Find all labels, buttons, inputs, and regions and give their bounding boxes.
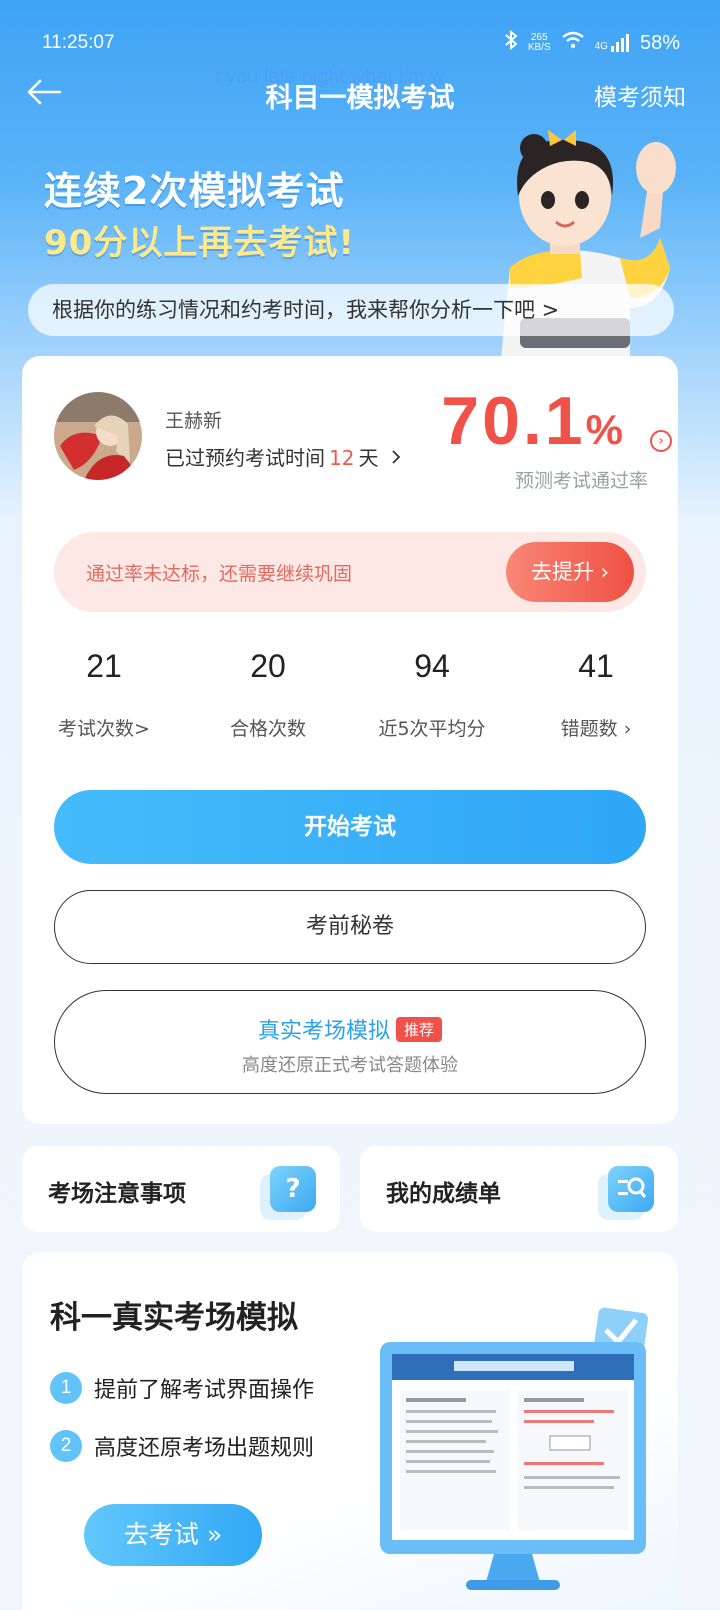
wifi-icon [561, 31, 585, 55]
stat-value: 94 [414, 648, 450, 684]
cellular-signal-icon: 4G [595, 34, 630, 52]
real-exam-subtitle: 高度还原正式考试答题体验 [242, 1055, 458, 1076]
stat-average-score: 94 近5次平均分 [350, 648, 514, 741]
stat-exam-count[interactable]: 21 考试次数> [22, 648, 186, 741]
net-speed: 265 KB/S [527, 32, 551, 53]
question-icon: ? [270, 1166, 316, 1212]
point-text: 提前了解考试界面操作 [94, 1378, 315, 1403]
stat-label: 近5次平均分 [378, 718, 486, 740]
stat-pass-count: 20 合格次数 [186, 648, 350, 741]
banner-headline: 连续2次模拟考试 [44, 169, 345, 213]
score-search-icon [608, 1166, 654, 1212]
real-exam-title: 真实考场模拟 推荐 [55, 1013, 645, 1045]
point-number: 2 [50, 1430, 82, 1462]
stat-value: 21 [86, 648, 122, 684]
point-text: 高度还原考场出题规则 [94, 1436, 315, 1461]
exam-system-illustration [374, 1306, 664, 1610]
pass-rate-label: 预测考试通过率 [514, 470, 648, 492]
stats-row: 21 考试次数> 20 合格次数 94 近5次平均分 41 错题数 › [22, 648, 678, 758]
battery-level: 58% [639, 31, 680, 54]
exam-notice-card[interactable]: 考场注意事项 ? [22, 1146, 340, 1232]
overlay-caption: t you late night what I'm w [215, 66, 445, 88]
stat-label: 考试次数> [58, 718, 150, 740]
real-exam-simulation-button[interactable]: 真实考场模拟 推荐 高度还原正式考试答题体验 [54, 990, 646, 1094]
recommend-badge: 推荐 [396, 1017, 443, 1042]
warning-text: 通过率未达标，还需要继续巩固 [86, 563, 353, 585]
pass-rate-detail-icon[interactable]: › [650, 430, 672, 452]
exam-time-prefix: 已过预约考试时间 [165, 446, 325, 470]
chevron-right-icon [391, 446, 401, 470]
simulation-point-1: 1 提前了解考试界面操作 [50, 1372, 314, 1404]
pass-rate-warning: 通过率未达标，还需要继续巩固 去提升 › [54, 532, 646, 612]
avatar[interactable] [54, 392, 142, 480]
real-simulation-card: 科一真实考场模拟 1 提前了解考试界面操作 2 高度还原考场出题规则 去考试 » [22, 1252, 678, 1610]
stat-value: 20 [250, 648, 286, 684]
status-icons: 265 KB/S 4G 58% [504, 29, 680, 56]
banner-subheadline: 90分以上再去考试! [44, 223, 355, 263]
go-exam-button[interactable]: 去考试 » [84, 1504, 262, 1566]
secret-paper-button[interactable]: 考前秘卷 [54, 890, 646, 964]
start-exam-button[interactable]: 开始考试 [54, 790, 646, 864]
exam-time-suffix: 天 [358, 446, 379, 470]
stat-label: 错题数 › [560, 718, 632, 740]
simulation-point-2: 2 高度还原考场出题规则 [50, 1430, 314, 1462]
pass-rate-value: 70.1% [441, 383, 626, 459]
exam-time-link[interactable]: 已过预约考试时间 12 天 [165, 442, 401, 471]
status-time: 11:25:07 [42, 32, 115, 53]
score-report-label: 我的成绩单 [386, 1181, 501, 1207]
prediction-card: 王赫新 已过预约考试时间 12 天 70.1% › 预测考试通过率 通过率未达标，还… [22, 356, 678, 1124]
stat-value: 41 [578, 648, 614, 684]
user-name: 王赫新 [165, 410, 223, 432]
simulation-title: 科一真实考场模拟 [50, 1300, 298, 1336]
stat-wrong-count[interactable]: 41 错题数 › [514, 648, 678, 741]
exam-notice-label: 考场注意事项 [48, 1181, 186, 1207]
improve-button[interactable]: 去提升 › [506, 542, 634, 602]
score-report-card[interactable]: 我的成绩单 [360, 1146, 678, 1232]
analysis-link[interactable]: 根据你的练习情况和约考时间，我来帮你分析一下吧 > [28, 284, 674, 336]
point-number: 1 [50, 1372, 82, 1404]
stat-label: 合格次数 [229, 718, 306, 740]
exam-days: 12 [329, 446, 355, 470]
exam-notice-link[interactable]: 模考须知 [594, 78, 686, 112]
bluetooth-icon [504, 29, 518, 56]
